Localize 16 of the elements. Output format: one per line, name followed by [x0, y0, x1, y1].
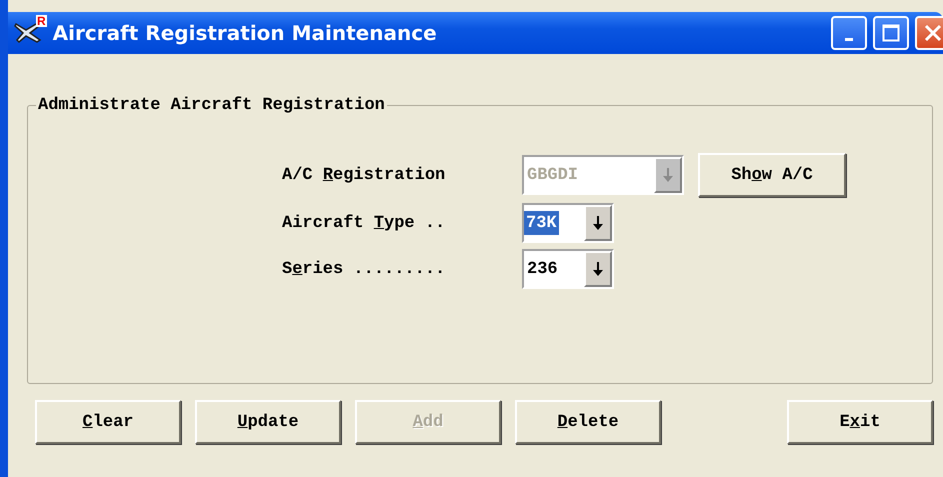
window-title: Aircraft Registration Maintenance: [52, 21, 438, 45]
field-label: Series .........: [282, 260, 446, 278]
combo-box[interactable]: 236: [522, 249, 614, 289]
action-button[interactable]: Exit: [787, 400, 933, 444]
action-button[interactable]: Update: [195, 400, 341, 444]
combo-value: 73K: [524, 211, 559, 235]
combo-value: 236: [526, 258, 559, 280]
action-button[interactable]: Delete: [515, 400, 661, 444]
field-label: Aircraft Type ..: [282, 214, 446, 232]
show-button[interactable]: Show A/C: [698, 153, 846, 197]
combo-box[interactable]: 73K: [522, 203, 614, 243]
icon-letter: R: [36, 15, 47, 27]
field-label: A/C Registration: [282, 166, 446, 184]
group-title: Administrate Aircraft Registration: [37, 96, 386, 115]
combo-value: GBGDI: [526, 164, 580, 186]
action-button[interactable]: Clear: [35, 400, 181, 444]
